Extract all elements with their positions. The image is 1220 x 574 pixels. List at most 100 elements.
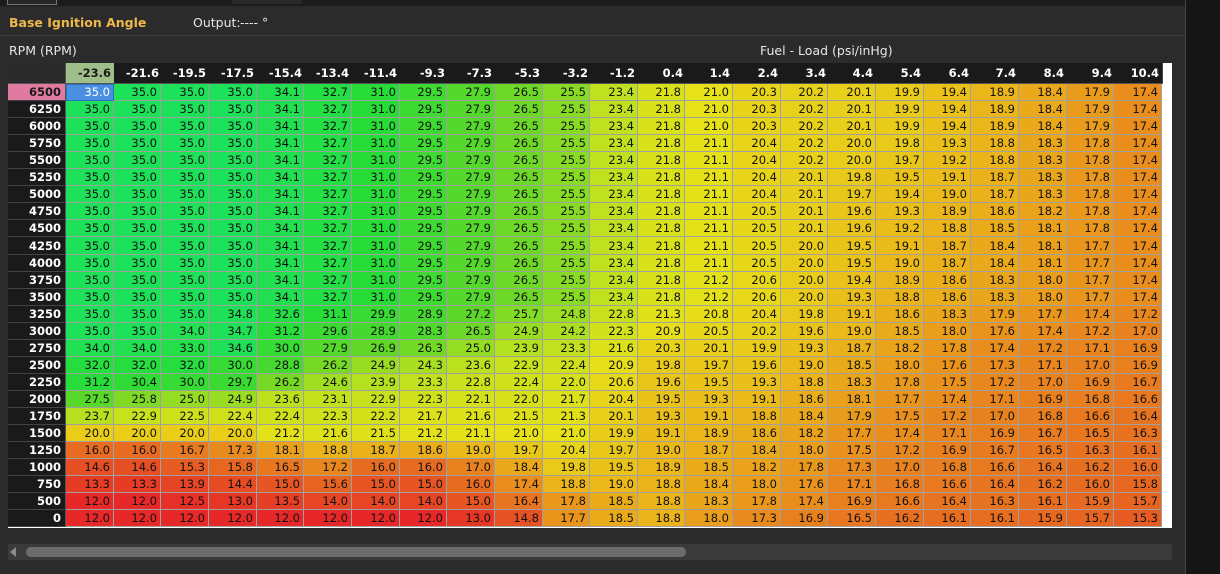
table-cell[interactable]: 12.0 xyxy=(304,510,352,527)
table-cell[interactable]: 17.2 xyxy=(1067,323,1114,340)
table-cell[interactable]: 31.0 xyxy=(352,101,400,118)
column-header[interactable]: -7.3 xyxy=(447,63,496,84)
table-cell[interactable]: 12.0 xyxy=(114,493,161,510)
table-cell[interactable]: 17.3 xyxy=(209,442,257,459)
table-cell[interactable]: 18.8 xyxy=(876,289,924,306)
column-header[interactable]: 1.4 xyxy=(685,63,734,84)
table-cell[interactable]: 18.7 xyxy=(971,169,1019,186)
table-cell[interactable]: 25.5 xyxy=(543,169,590,186)
table-cell[interactable]: 28.3 xyxy=(400,323,447,340)
table-cell[interactable]: 16.0 xyxy=(114,442,161,459)
table-cell[interactable]: 17.2 xyxy=(1114,306,1162,323)
table-cell[interactable]: 19.6 xyxy=(828,220,876,237)
table-cell[interactable]: 35.0 xyxy=(66,101,114,118)
table-cell[interactable]: 24.9 xyxy=(209,391,257,408)
table-cell[interactable]: 31.0 xyxy=(352,220,400,237)
table-cell[interactable]: 16.5 xyxy=(1019,442,1067,459)
table-cell[interactable]: 20.1 xyxy=(781,203,828,220)
table-cell[interactable]: 17.1 xyxy=(1019,357,1067,374)
table-cell[interactable]: 21.8 xyxy=(638,289,685,306)
table-cell[interactable]: 18.3 xyxy=(971,289,1019,306)
table-cell[interactable]: 24.8 xyxy=(543,306,590,323)
table-cell[interactable]: 26.2 xyxy=(257,374,304,391)
table-cell[interactable]: 20.2 xyxy=(781,101,828,118)
table-cell[interactable]: 31.0 xyxy=(352,169,400,186)
table-cell[interactable]: 16.2 xyxy=(1019,476,1067,493)
table-cell[interactable]: 21.3 xyxy=(638,306,685,323)
table-cell[interactable]: 17.7 xyxy=(1067,255,1114,272)
table-cell[interactable]: 22.3 xyxy=(590,323,638,340)
table-cell[interactable]: 19.0 xyxy=(447,442,495,459)
table-cell[interactable]: 15.3 xyxy=(161,459,209,476)
table-cell[interactable]: 15.0 xyxy=(447,493,495,510)
table-cell[interactable]: 16.0 xyxy=(352,459,400,476)
table-cell[interactable]: 20.3 xyxy=(733,84,781,101)
table-cell[interactable]: 17.4 xyxy=(1114,169,1162,186)
table-cell[interactable]: 35.0 xyxy=(161,237,209,255)
table-cell[interactable]: 18.8 xyxy=(304,442,352,459)
table-cell[interactable]: 20.2 xyxy=(781,135,828,152)
table-cell[interactable]: 18.0 xyxy=(685,510,733,527)
table-cell[interactable]: 17.8 xyxy=(733,493,781,510)
table-cell[interactable]: 29.5 xyxy=(400,203,447,220)
table-cell[interactable]: 23.4 xyxy=(590,220,638,237)
table-cell[interactable]: 19.8 xyxy=(781,306,828,323)
column-header[interactable]: -11.4 xyxy=(352,63,401,84)
table-cell[interactable]: 34.0 xyxy=(114,340,161,357)
table-cell[interactable]: 29.5 xyxy=(400,289,447,306)
table-cell[interactable]: 17.4 xyxy=(1114,203,1162,220)
table-cell[interactable]: 35.0 xyxy=(66,289,114,306)
table-cell[interactable]: 26.3 xyxy=(400,340,447,357)
table-cell[interactable]: 17.6 xyxy=(924,357,971,374)
table-cell[interactable]: 19.2 xyxy=(876,220,924,237)
table-cell[interactable]: 20.1 xyxy=(828,84,876,101)
table-cell[interactable]: 17.9 xyxy=(971,306,1019,323)
table-cell[interactable]: 18.4 xyxy=(1019,101,1067,118)
table-cell[interactable]: 16.4 xyxy=(1114,408,1162,425)
table-cell[interactable]: 26.5 xyxy=(495,152,543,169)
table-cell[interactable]: 19.8 xyxy=(876,135,924,152)
table-cell[interactable]: 23.3 xyxy=(400,374,447,391)
table-cell[interactable]: 18.8 xyxy=(781,374,828,391)
row-header[interactable]: 750 xyxy=(8,476,66,493)
table-cell[interactable]: 12.0 xyxy=(66,493,114,510)
table-cell[interactable]: 19.1 xyxy=(876,237,924,255)
table-cell[interactable]: 29.5 xyxy=(400,152,447,169)
table-cell[interactable]: 18.3 xyxy=(1019,169,1067,186)
table-cell[interactable]: 19.1 xyxy=(828,306,876,323)
table-cell[interactable]: 17.0 xyxy=(447,459,495,476)
table-cell[interactable]: 17.7 xyxy=(1019,306,1067,323)
table-cell[interactable]: 35.0 xyxy=(209,272,257,289)
table-cell[interactable]: 15.9 xyxy=(1019,510,1067,527)
row-header[interactable]: 4250 xyxy=(8,237,66,255)
table-cell[interactable]: 20.4 xyxy=(733,306,781,323)
table-cell[interactable]: 18.8 xyxy=(638,476,685,493)
table-cell[interactable]: 18.8 xyxy=(638,510,685,527)
table-cell[interactable]: 18.5 xyxy=(685,459,733,476)
table-cell[interactable]: 13.3 xyxy=(114,476,161,493)
table-cell[interactable]: 19.1 xyxy=(638,425,685,442)
table-cell[interactable]: 19.6 xyxy=(828,203,876,220)
table-cell[interactable]: 35.0 xyxy=(209,203,257,220)
table-cell[interactable]: 23.4 xyxy=(590,118,638,135)
table-cell[interactable]: 35.0 xyxy=(161,101,209,118)
table-cell[interactable]: 16.0 xyxy=(447,476,495,493)
table-cell[interactable]: 19.7 xyxy=(876,152,924,169)
table-cell[interactable]: 18.1 xyxy=(828,391,876,408)
column-header[interactable]: 9.4 xyxy=(1067,63,1116,84)
table-cell[interactable]: 34.1 xyxy=(257,84,304,101)
table-cell[interactable]: 21.5 xyxy=(352,425,400,442)
table-cell[interactable]: 25.5 xyxy=(543,272,590,289)
row-header[interactable]: 5500 xyxy=(8,152,66,169)
column-header[interactable]: -23.6 xyxy=(66,63,115,84)
table-cell[interactable]: 18.3 xyxy=(828,374,876,391)
table-cell[interactable]: 29.5 xyxy=(400,118,447,135)
table-cell[interactable]: 21.8 xyxy=(638,84,685,101)
table-cell[interactable]: 18.6 xyxy=(924,289,971,306)
table-cell[interactable]: 18.8 xyxy=(733,408,781,425)
table-cell[interactable]: 16.8 xyxy=(924,459,971,476)
row-header[interactable]: 4500 xyxy=(8,220,66,237)
table-cell[interactable]: 16.9 xyxy=(924,442,971,459)
column-header[interactable]: -3.2 xyxy=(543,63,592,84)
table-cell[interactable]: 17.9 xyxy=(828,408,876,425)
